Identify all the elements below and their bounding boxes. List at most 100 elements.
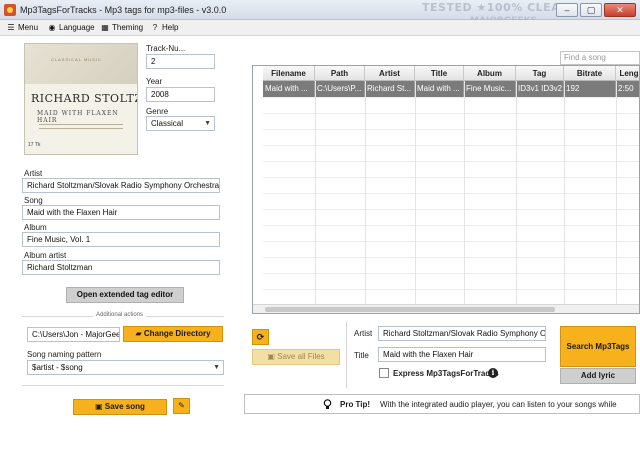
express-label[interactable]: Express Mp3TagsForTracks [393, 369, 499, 378]
save-icon: ▣ [267, 352, 275, 361]
column-header-length[interactable]: Leng [616, 66, 639, 81]
table-column-line [616, 81, 617, 304]
window-title: Mp3TagsForTracks - Mp3 tags for mp3-file… [20, 5, 227, 15]
album-cover-artist: RICHARD STOLTZMAN [31, 92, 137, 105]
table-row-line [263, 257, 639, 258]
artist-input[interactable]: Richard Stoltzman/Slovak Radio Symphony … [22, 178, 220, 193]
express-checkbox[interactable] [379, 368, 389, 378]
table-column-line [516, 81, 517, 304]
artist-label: Artist [24, 169, 43, 178]
table-row-line [263, 193, 639, 194]
change-directory-button[interactable]: ▰ Change Directory [123, 326, 223, 342]
maximize-button[interactable]: ▢ [580, 3, 602, 17]
table-row-line [263, 177, 639, 178]
menu-item-label: Theming [112, 23, 144, 32]
table-row-line [263, 129, 639, 130]
album-cover-label: CLASSICAL MUSIC [51, 57, 102, 62]
lookup-title-input[interactable]: Maid with the Flaxen Hair [378, 347, 546, 362]
search-mp3tags-button[interactable]: Search Mp3Tags [560, 326, 636, 367]
question-icon: ? [152, 23, 158, 32]
divider [346, 322, 347, 388]
album-input[interactable]: Fine Music, Vol. 1 [22, 232, 220, 247]
lookup-artist-input[interactable]: Richard Stoltzman/Slovak Radio Symphony … [378, 326, 546, 341]
table-row-line [263, 145, 639, 146]
album-artist-input[interactable]: Richard Stoltzman [22, 260, 220, 275]
column-header-filename[interactable]: Filename [263, 66, 315, 81]
table-column-line [365, 81, 366, 304]
table-column-line [415, 81, 416, 304]
horizontal-scrollbar[interactable] [253, 304, 639, 313]
globe-icon: ◉ [48, 23, 56, 32]
track-number-input[interactable]: 2 [146, 54, 215, 69]
cell-title: Maid with ... [415, 81, 464, 97]
table-header: Filename Path Artist Title Album Tag Bit… [263, 66, 639, 81]
scrollbar-thumb[interactable] [265, 307, 555, 312]
hamburger-icon: ☰ [7, 23, 15, 32]
info-icon[interactable]: i [488, 368, 498, 378]
table-row-line [263, 225, 639, 226]
pro-tip-text: With the integrated audio player, you ca… [380, 400, 617, 409]
pro-tip-label: Pro Tip! [340, 400, 371, 409]
minimize-button[interactable]: – [556, 3, 578, 17]
column-header-bitrate[interactable]: Bitrate [564, 66, 616, 81]
table-row-line [263, 209, 639, 210]
table-column-line [315, 81, 316, 304]
save-song-button[interactable]: ▣ Save song [73, 399, 167, 415]
menu-item-menu[interactable]: ☰ Menu [6, 22, 38, 34]
song-search-input[interactable]: Find a song [560, 51, 640, 65]
genre-value: Classical [151, 119, 184, 128]
album-cover-badge: 17 Tk [28, 142, 41, 148]
save-all-files-button[interactable]: ▣ Save all Files [252, 349, 340, 365]
year-input[interactable]: 2008 [146, 87, 215, 102]
add-lyric-button[interactable]: Add lyric [560, 368, 636, 384]
column-header-artist[interactable]: Artist [365, 66, 415, 81]
album-artist-label: Album artist [24, 251, 67, 260]
lookup-artist-label: Artist [354, 329, 373, 338]
save-song-label: Save song [104, 402, 145, 411]
column-header-title[interactable]: Title [415, 66, 464, 81]
lightbulb-icon [323, 399, 332, 409]
song-label: Song [24, 196, 43, 205]
cell-album: Fine Music... [464, 81, 516, 97]
column-header-path[interactable]: Path [315, 66, 365, 81]
column-header-tag[interactable]: Tag [516, 66, 564, 81]
tools-button[interactable]: ✎ [173, 398, 190, 414]
cell-filename: Maid with ... [263, 81, 315, 97]
cell-path: C:\Users\P... [315, 81, 365, 97]
table-row[interactable]: Maid with ... C:\Users\P... Richard St..… [263, 81, 639, 97]
refresh-button[interactable]: ⟳ [252, 329, 269, 345]
wrench-icon: ✎ [178, 401, 185, 410]
menu-bar: ☰ Menu ◉ Language ▦ Theming ? Help [0, 20, 640, 36]
directory-path-input[interactable]: C:\Users\Jon - MajorGeek [27, 327, 120, 342]
menu-item-theming[interactable]: ▦ Theming [100, 22, 143, 34]
naming-pattern-label: Song naming pattern [27, 350, 102, 359]
naming-pattern-select[interactable]: $artist - $song ▼ [27, 360, 224, 375]
pro-tip-banner: Pro Tip! With the integrated audio playe… [244, 394, 640, 414]
open-extended-tag-editor-button[interactable]: Open extended tag editor [66, 287, 184, 303]
album-cover[interactable]: CLASSICAL MUSIC RICHARD STOLTZMAN MAID W… [24, 43, 138, 155]
cell-tag: ID3v1 ID3v2 [516, 81, 564, 97]
column-header-album[interactable]: Album [464, 66, 516, 81]
song-table[interactable]: Filename Path Artist Title Album Tag Bit… [252, 65, 640, 314]
change-directory-label: Change Directory [143, 329, 211, 338]
menu-item-label: Menu [18, 23, 39, 32]
title-bar: Mp3TagsForTracks - Mp3 tags for mp3-file… [0, 0, 640, 26]
table-row-line [263, 289, 639, 290]
album-cover-photo [25, 44, 137, 84]
album-cover-title: MAID WITH FLAXEN HAIR [37, 110, 119, 124]
save-all-files-label: Save all Files [277, 352, 325, 361]
menu-item-language[interactable]: ◉ Language [47, 22, 95, 34]
grid-icon: ▦ [101, 23, 109, 32]
table-column-line [564, 81, 565, 304]
table-row-line [263, 241, 639, 242]
menu-item-help[interactable]: ? Help [150, 22, 179, 34]
genre-select[interactable]: Classical ▼ [146, 116, 215, 131]
chevron-down-icon: ▼ [213, 364, 220, 371]
save-icon: ▣ [95, 402, 103, 411]
chevron-down-icon: ▼ [204, 120, 211, 127]
song-input[interactable]: Maid with the Flaxen Hair [22, 205, 220, 220]
close-button[interactable]: ✕ [604, 3, 636, 17]
track-number-label: Track-Nu... [146, 44, 186, 53]
naming-pattern-value: $artist - $song [32, 363, 83, 372]
divider [22, 385, 224, 386]
